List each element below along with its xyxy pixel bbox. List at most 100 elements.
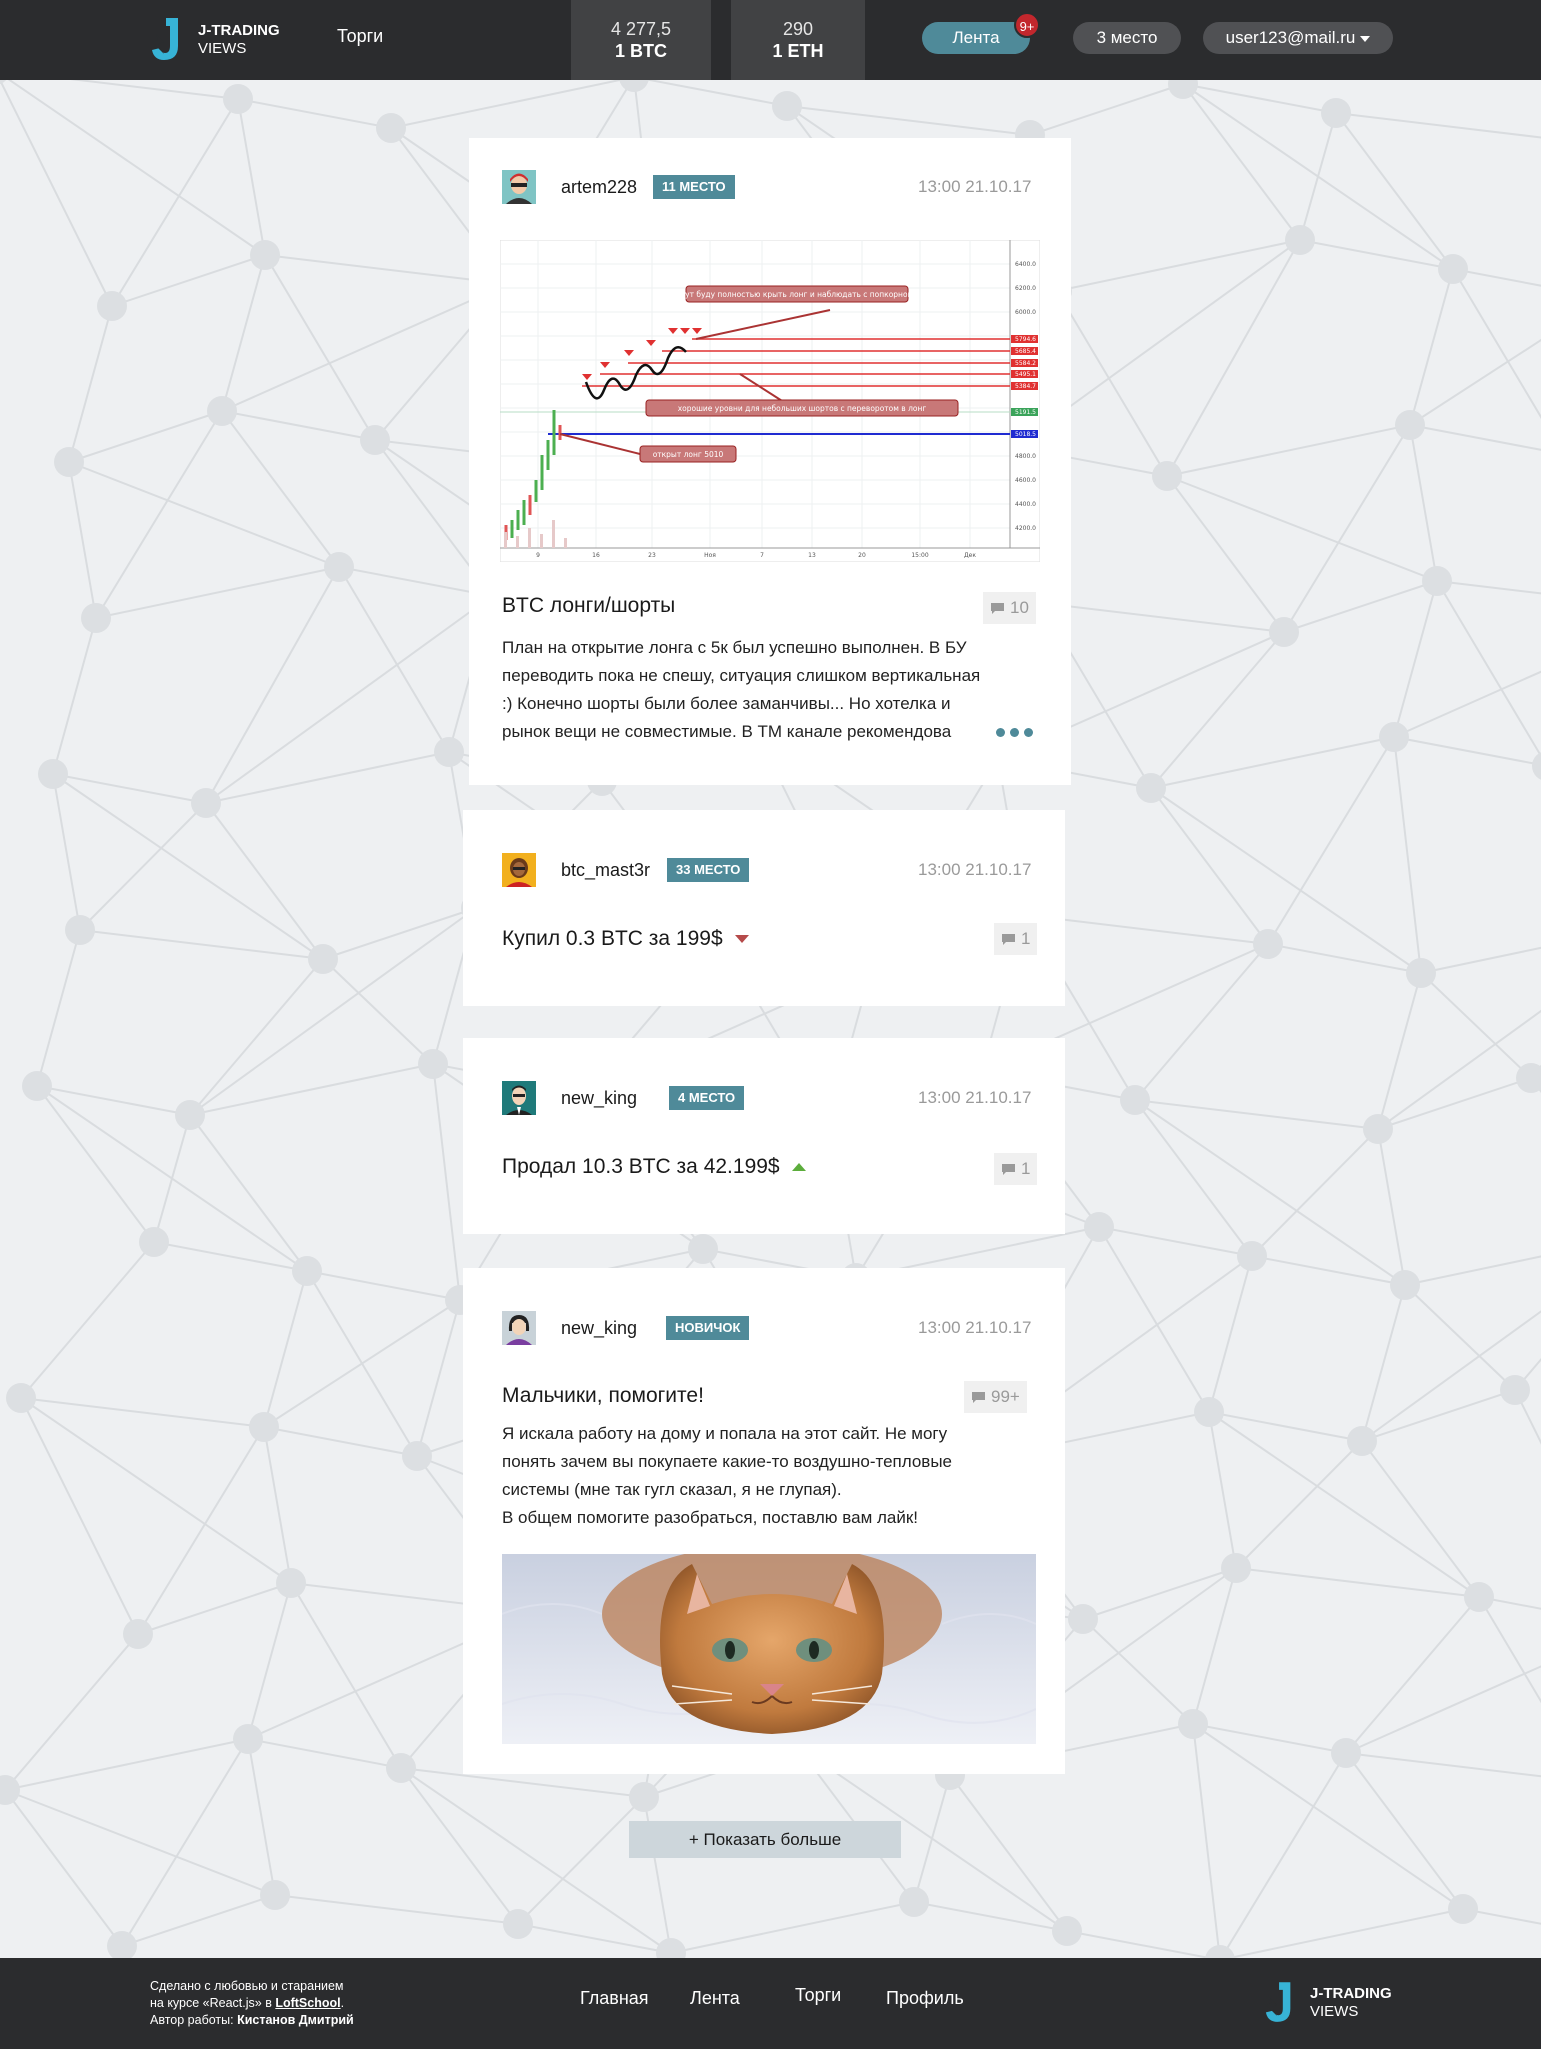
y-tick-label: 4800.0 bbox=[1015, 453, 1036, 460]
x-tick-label: 23 bbox=[648, 552, 656, 559]
post-body-line: системы (мне так гугл сказал, я не глупа… bbox=[502, 1480, 842, 1499]
y-tick-label: 5191.5 bbox=[1015, 409, 1036, 416]
btc-rate-currency: 1 BTC bbox=[614, 41, 667, 61]
y-tick-label: 5018.5 bbox=[1015, 431, 1036, 438]
post-username[interactable]: btc_mast3r bbox=[561, 860, 650, 881]
trend-down-icon bbox=[734, 935, 749, 944]
comments-button[interactable]: 10 bbox=[983, 592, 1036, 624]
footer-nav-trades[interactable]: Торги bbox=[795, 1985, 841, 2006]
post-title[interactable]: BTC лонги/шорты bbox=[502, 594, 675, 618]
x-tick-label: 7 bbox=[760, 552, 764, 559]
post-body: План на открытие лонга с 5к был успешно … bbox=[502, 634, 1042, 746]
comment-icon bbox=[1002, 933, 1015, 945]
j-logo-icon bbox=[152, 18, 178, 60]
y-tick-label: 6200.0 bbox=[1015, 285, 1036, 292]
avatar[interactable] bbox=[502, 170, 536, 204]
y-tick-label: 5495.1 bbox=[1015, 371, 1036, 378]
btc-rate-button[interactable]: 4 277,5 1 BTC bbox=[571, 0, 711, 80]
post-body-line: рынок вещи не совместимые. В ТМ канале р… bbox=[502, 722, 952, 741]
post-username[interactable]: new_king bbox=[561, 1318, 637, 1339]
logo-title: J-TRADING bbox=[198, 22, 280, 39]
comments-button[interactable]: 1 bbox=[994, 1153, 1038, 1185]
avatar[interactable] bbox=[502, 1311, 536, 1345]
y-tick-label: 5794.6 bbox=[1015, 336, 1036, 343]
rank-badge: 11 МЕСТО bbox=[653, 175, 735, 199]
y-tick-label: 5384.7 bbox=[1015, 383, 1036, 390]
page-footer: Сделано с любовью и старанием на курсе «… bbox=[0, 1958, 1541, 2049]
x-tick-label: 9 bbox=[536, 552, 540, 559]
comments-count: 1 bbox=[1021, 1159, 1031, 1178]
comments-button[interactable]: 99+ bbox=[964, 1381, 1027, 1413]
loftschool-link[interactable]: LoftSchool bbox=[275, 1996, 340, 2010]
x-tick-label: 20 bbox=[858, 552, 866, 559]
caret-down-icon bbox=[1360, 35, 1371, 42]
y-tick-label: 6400.0 bbox=[1015, 261, 1036, 268]
show-more-button[interactable]: + Показать больше bbox=[629, 1821, 901, 1858]
eth-rate-button[interactable]: 290 1 ETH bbox=[731, 0, 865, 80]
y-tick-label: 5685.4 bbox=[1015, 348, 1036, 355]
notification-badge[interactable]: 9+ bbox=[1014, 12, 1040, 38]
post-title[interactable]: Мальчики, помогите! bbox=[502, 1384, 704, 1408]
post-cat-image[interactable] bbox=[502, 1554, 1036, 1744]
logo-subtitle: VIEWS bbox=[198, 40, 247, 57]
post-body-line: Я искала работу на дому и попала на этот… bbox=[502, 1424, 948, 1443]
top-header: J-TRADING VIEWS Торги 4 277,5 1 BTC 290 … bbox=[0, 0, 1541, 80]
x-tick-label: 15:00 bbox=[911, 552, 928, 559]
x-tick-label: Ноя bbox=[704, 552, 716, 559]
eth-rate-currency: 1 ETH bbox=[772, 41, 824, 61]
post-title[interactable]: Продал 10.3 BTC за 42.199$ bbox=[502, 1155, 806, 1179]
x-tick-label: Дек bbox=[964, 552, 976, 559]
post-time: 13:00 21.10.17 bbox=[918, 1088, 1032, 1107]
post-body-line: переводить пока не спешу, ситуация слишк… bbox=[502, 666, 981, 685]
dot-icon bbox=[1024, 728, 1033, 737]
trend-up-icon bbox=[791, 1163, 806, 1172]
post-card: new_king 4 МЕСТО 13:00 21.10.17 Продал 1… bbox=[463, 1038, 1065, 1234]
user-place-button[interactable]: 3 место bbox=[1073, 22, 1181, 54]
comments-button[interactable]: 1 bbox=[994, 923, 1038, 955]
post-body-line: :) Конечно шорты были более заманчивы...… bbox=[502, 694, 951, 713]
comment-icon bbox=[991, 602, 1004, 614]
post-card: new_king НОВИЧОК 13:00 21.10.17 Мальчики… bbox=[463, 1268, 1065, 1774]
avatar[interactable] bbox=[502, 1081, 536, 1115]
post-card: btc_mast3r 33 МЕСТО 13:00 21.10.17 Купил… bbox=[463, 810, 1065, 1006]
author-name: Кистанов Дмитрий bbox=[237, 2013, 354, 2027]
footer-nav-profile[interactable]: Профиль bbox=[886, 1988, 964, 2009]
read-more-button[interactable] bbox=[996, 728, 1033, 737]
credits-line: Сделано с любовью и старанием bbox=[150, 1979, 344, 1993]
chart-annotation-mid: хорошие уровни для небольших шортов с пе… bbox=[678, 404, 927, 413]
trade-text: Купил 0.3 BTC за 199$ bbox=[502, 927, 723, 950]
comments-count: 99+ bbox=[991, 1387, 1020, 1406]
dot-icon bbox=[1010, 728, 1019, 737]
nav-trades-link[interactable]: Торги bbox=[337, 26, 383, 47]
btc-rate-value: 4 277,5 bbox=[610, 19, 672, 39]
footer-nav-feed[interactable]: Лента bbox=[690, 1988, 740, 2009]
comment-icon bbox=[1002, 1163, 1015, 1175]
user-menu-dropdown[interactable]: user123@mail.ru bbox=[1203, 22, 1393, 54]
post-chart-image[interactable]: тут буду полностью крыть лонг и наблюдат… bbox=[500, 240, 1040, 562]
post-username[interactable]: new_king bbox=[561, 1088, 637, 1109]
y-tick-label: 4600.0 bbox=[1015, 477, 1036, 484]
post-body-line: План на открытие лонга с 5к был успешно … bbox=[502, 638, 967, 657]
logo-title: J-TRADING bbox=[1310, 1985, 1392, 2002]
avatar[interactable] bbox=[502, 853, 536, 887]
header-logo[interactable]: J-TRADING VIEWS bbox=[150, 16, 280, 64]
dot-icon bbox=[996, 728, 1005, 737]
post-title[interactable]: Купил 0.3 BTC за 199$ bbox=[502, 927, 749, 951]
comments-count: 10 bbox=[1010, 598, 1029, 617]
footer-logo[interactable]: J-TRADING VIEWS bbox=[1264, 1980, 1392, 2026]
rank-badge: НОВИЧОК bbox=[666, 1316, 750, 1340]
eth-rate-value: 290 bbox=[782, 19, 814, 39]
logo-subtitle: VIEWS bbox=[1310, 2003, 1359, 2020]
chart-annotation-top: тут буду полностью крыть лонг и наблюдат… bbox=[681, 290, 913, 299]
footer-nav-home[interactable]: Главная bbox=[580, 1988, 649, 2009]
x-tick-label: 13 bbox=[808, 552, 816, 559]
y-tick-label: 6000.0 bbox=[1015, 309, 1036, 316]
post-time: 13:00 21.10.17 bbox=[918, 1318, 1032, 1337]
j-logo-icon bbox=[1265, 1982, 1291, 2022]
y-tick-label: 4400.0 bbox=[1015, 501, 1036, 508]
rank-badge: 33 МЕСТО bbox=[667, 858, 750, 882]
post-card: artem228 11 МЕСТО 13:00 21.10.17 тут буд… bbox=[469, 138, 1071, 785]
x-tick-label: 16 bbox=[592, 552, 600, 559]
post-body: Я искала работу на дому и попала на этот… bbox=[502, 1420, 1042, 1532]
post-username[interactable]: artem228 bbox=[561, 177, 637, 198]
